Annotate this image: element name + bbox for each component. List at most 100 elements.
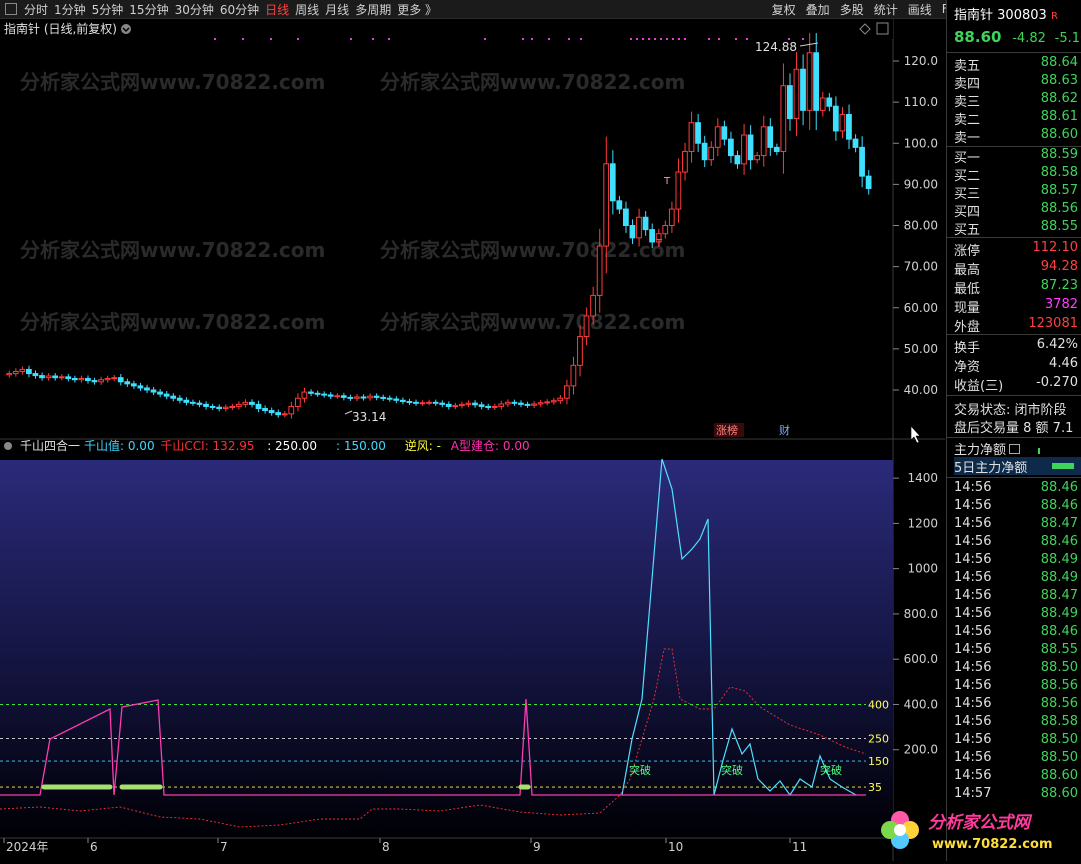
ask-row-label: 卖一 [954,131,981,146]
period-tab-0[interactable]: 分时 [24,1,48,18]
candle-body [826,97,833,107]
main-flow-row: 主力净额 [954,439,1081,458]
tick-row-label: 14:56 [954,714,992,729]
tick-row-value: 88.58 [1040,714,1078,729]
candle-body [583,315,590,338]
price-tick-label: 70.00 [904,260,938,274]
dropdown-icon [121,24,131,34]
ask-row-value: 88.63 [1040,73,1078,88]
indicator-item: A型建仓: 0.00 [451,439,530,453]
candle-body [19,368,26,372]
period-tab-1[interactable]: 1分钟 [54,1,86,18]
price-tick-label: 60.00 [904,301,938,315]
ask-row-label: 卖二 [954,113,981,128]
tick-row-label: 14:56 [954,696,992,711]
bid-row-value: 88.59 [1040,147,1078,162]
stat-row: 最高 94.28 [954,259,1081,278]
candle-body [478,404,485,407]
period-tab-2[interactable]: 5分钟 [92,1,124,18]
breakout-label: 突破 [820,763,842,777]
indicator-name: 千山四合一 [20,438,80,453]
title-bg [0,19,893,39]
site-logo: 分析家公式网 www.70822.com [870,806,1075,856]
signal-dot [568,38,570,40]
rank-tag: 涨榜 [716,423,738,437]
period-tabs: 分时 1分钟 5分钟 15分钟 30分钟 60分钟 日线 周线 月线 多周期 更多 》 [21,1,440,18]
candle-body [406,401,413,404]
candle-body [334,395,341,398]
tick-row-value: 88.55 [1040,642,1078,657]
divider [947,395,1081,396]
candle-body [511,401,518,404]
price-tick-label: 100.0 [904,136,938,150]
tick-row-value: 88.56 [1040,678,1078,693]
toolbar-button-3[interactable]: 统计 [874,1,898,18]
toolbar-button-1[interactable]: 叠加 [806,1,830,18]
tick-row-value: 88.50 [1040,732,1078,747]
toolbar-button-4[interactable]: 画线 [908,1,932,18]
price-tick-label: 120.0 [904,54,938,68]
breakout-label: 突破 [721,763,743,777]
price-tick-label: 50.00 [904,342,938,356]
watermark-text: 分析家公式网www.70822.com [20,238,325,262]
list-icon[interactable] [1009,444,1021,454]
candle-body [308,391,314,394]
candle-body [504,401,511,405]
divider [947,237,1081,238]
candle-body [58,376,65,379]
chart-area[interactable]: 指南针 (日线,前复权) 分析家公式网www.70822.com 分析家公式网www… [0,19,945,861]
candle-body [98,379,104,383]
bid-row: 买二 88.58 [954,165,1081,184]
period-tab-5[interactable]: 60分钟 [220,1,259,18]
period-tab-10[interactable]: 更多 》 [397,1,437,18]
x-tick-label: 8 [382,840,390,854]
toolbar-button-0[interactable]: 复权 [772,1,796,18]
candle-body [255,403,262,410]
period-tab-9[interactable]: 多周期 [355,1,391,18]
ask-row-value: 88.61 [1040,109,1078,124]
stat2-row-label: 换手 [954,341,981,356]
period-tab-4[interactable]: 30分钟 [175,1,214,18]
tick-row-value: 88.60 [1040,786,1078,801]
candle-body [701,142,708,161]
tick-row: 14:56 88.60 [954,768,1081,786]
toolbar-button-2[interactable]: 多股 [840,1,864,18]
stat-row-value: 87.23 [1040,278,1078,293]
candle-body [209,405,216,408]
candle-body [32,373,39,377]
period-tab-7[interactable]: 周线 [295,1,319,18]
candle-body [104,377,111,381]
bid-row-value: 88.57 [1040,183,1078,198]
candle-body [570,364,577,387]
candle-body [65,376,72,379]
period-tab-3[interactable]: 15分钟 [129,1,168,18]
bid-row: 买三 88.57 [954,183,1081,202]
candle-body [399,399,406,403]
candle-body [642,216,649,231]
candle-body [45,375,52,379]
candle-body [675,171,682,210]
price-change: -4.82 [1012,31,1046,46]
menu-square-icon[interactable] [5,3,17,15]
candle-body [688,122,695,152]
signal-dot [642,38,644,40]
level-label: 150 [868,755,889,768]
period-tab-6[interactable]: 日线 [265,1,289,18]
stock-chart[interactable]: 指南针 (日线,前复权) 分析家公式网www.70822.com 分析家公式网www… [0,19,945,861]
candle-body [367,395,373,399]
candle-body [196,402,203,405]
ask-row: 卖一 88.60 [954,127,1081,146]
candle-body [419,402,426,405]
stat-row: 涨停 112.10 [954,240,1081,259]
price-tick-label: 90.00 [904,177,938,191]
tick-row: 14:56 88.56 [954,696,1081,714]
high-label: 124.88 [755,40,797,54]
candle-body [760,126,767,157]
candle-body [183,399,190,403]
candle-body [380,396,387,399]
tick-row-label: 14:56 [954,534,992,549]
tick-row-label: 14:56 [954,552,992,567]
period-tab-8[interactable]: 月线 [325,1,349,18]
candle-body [767,126,774,148]
tick-row: 14:56 88.58 [954,714,1081,732]
